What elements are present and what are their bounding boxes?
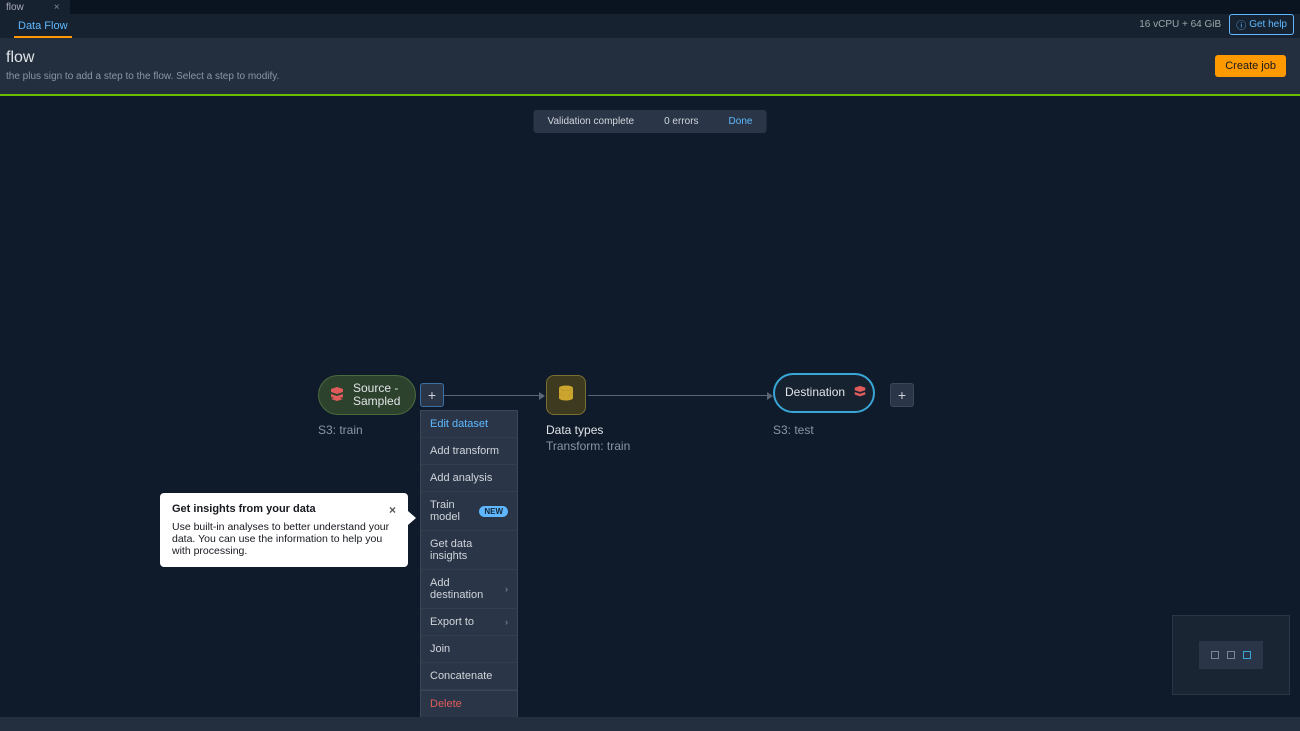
- close-icon[interactable]: ×: [389, 503, 396, 517]
- node-types-title: Data types: [546, 423, 603, 437]
- node-source[interactable]: Source - Sampled: [318, 375, 416, 415]
- source-icon: [329, 386, 345, 405]
- menu-add-destination[interactable]: Add destination ›: [421, 570, 517, 609]
- menu-export-to[interactable]: Export to ›: [421, 609, 517, 636]
- create-job-button[interactable]: Create job: [1215, 55, 1286, 77]
- menu-dest-label: Add destination: [430, 577, 505, 601]
- node-dest-sub: S3: test: [773, 423, 814, 437]
- add-step-button-1[interactable]: +: [420, 383, 444, 407]
- node-dest-label: Destination: [785, 386, 845, 399]
- minimap-node: [1243, 651, 1251, 659]
- tab-label: flow: [6, 2, 24, 13]
- window-tab-bar: flow ×: [0, 0, 1300, 14]
- menu-concatenate[interactable]: Concatenate: [421, 663, 517, 690]
- get-help-button[interactable]: ⓘ Get help: [1229, 14, 1294, 35]
- page-subtitle: the plus sign to add a step to the flow.…: [6, 71, 279, 82]
- menu-add-analysis[interactable]: Add analysis: [421, 465, 517, 492]
- close-icon[interactable]: ×: [54, 2, 60, 13]
- tooltip-header: Get insights from your data ×: [172, 503, 396, 517]
- chevron-right-icon: ›: [505, 584, 508, 594]
- resource-text: 16 vCPU + 64 GiB: [1139, 19, 1221, 30]
- bottom-bar: [0, 717, 1300, 731]
- insights-tooltip: Get insights from your data × Use built-…: [160, 493, 408, 567]
- node-source-label: Source - Sampled: [353, 382, 401, 408]
- flow-canvas[interactable]: Source - Sampled S3: train + Data types …: [0, 95, 1300, 717]
- add-step-button-2[interactable]: +: [890, 383, 914, 407]
- sub-tabs: Data Flow: [0, 16, 72, 38]
- plus-icon: +: [898, 387, 906, 403]
- window-tab[interactable]: flow ×: [0, 0, 70, 14]
- menu-join[interactable]: Join: [421, 636, 517, 663]
- help-icon: ⓘ: [1236, 17, 1246, 32]
- tab-data-flow[interactable]: Data Flow: [14, 16, 72, 38]
- plus-icon: +: [428, 387, 436, 403]
- minimap-inner: [1199, 641, 1263, 669]
- connector-types-dest: [588, 395, 772, 396]
- header-left: flow the plus sign to add a step to the …: [6, 49, 279, 82]
- header-right: 16 vCPU + 64 GiB ⓘ Get help: [1139, 14, 1294, 38]
- sub-tab-bar: Data Flow 16 vCPU + 64 GiB ⓘ Get help: [0, 14, 1300, 39]
- node-source-sub: S3: train: [318, 423, 363, 437]
- menu-delete[interactable]: Delete: [421, 690, 517, 718]
- menu-get-insights[interactable]: Get data insights: [421, 531, 517, 570]
- node-destination[interactable]: Destination: [773, 373, 875, 413]
- page-title: flow: [6, 49, 279, 67]
- chevron-right-icon: ›: [505, 617, 508, 627]
- help-label: Get help: [1249, 19, 1287, 30]
- minimap-node: [1227, 651, 1235, 659]
- node-types-sub: Transform: train: [546, 439, 630, 453]
- menu-train-model[interactable]: Train model NEW: [421, 492, 517, 531]
- menu-add-transform[interactable]: Add transform: [421, 438, 517, 465]
- tooltip-body: Use built-in analyses to better understa…: [172, 521, 396, 557]
- database-icon: [556, 384, 576, 407]
- new-badge: NEW: [479, 506, 508, 517]
- page-header: flow the plus sign to add a step to the …: [0, 39, 1300, 96]
- minimap[interactable]: [1172, 615, 1290, 695]
- destination-icon: [853, 385, 867, 402]
- connector-source-types: [444, 395, 544, 396]
- menu-edit-dataset[interactable]: Edit dataset: [421, 411, 517, 438]
- tooltip-title-text: Get insights from your data: [172, 503, 316, 517]
- context-menu: Edit dataset Add transform Add analysis …: [420, 410, 518, 719]
- minimap-node: [1211, 651, 1219, 659]
- node-data-types[interactable]: [546, 375, 586, 415]
- menu-export-label: Export to: [430, 616, 474, 628]
- menu-train-label: Train model: [430, 499, 479, 523]
